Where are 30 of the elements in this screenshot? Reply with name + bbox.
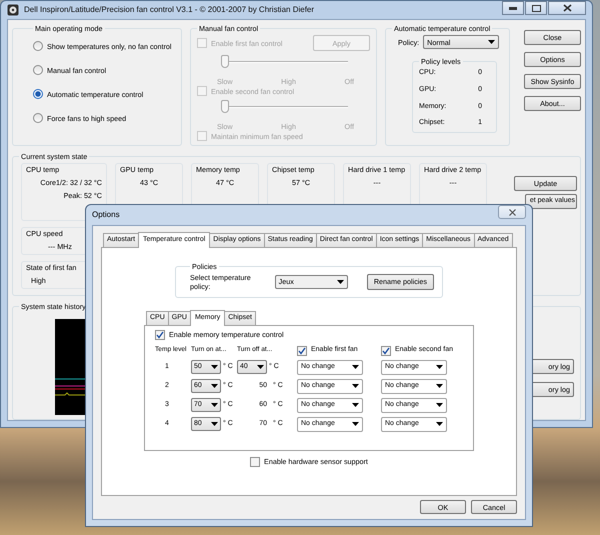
minimize-icon [509,6,517,10]
check-icon [382,346,390,354]
caret-icon [211,384,218,388]
caret-icon [336,280,344,284]
maximize-button[interactable] [525,1,547,15]
caret-icon [257,365,264,369]
minimize-button[interactable] [502,1,524,15]
radio-dot[interactable] [33,65,43,75]
caret-icon [488,40,496,44]
caret-icon [211,365,218,369]
caret-icon [436,365,443,369]
caret-icon [352,403,359,407]
radio-dot[interactable] [33,41,43,51]
caret-icon [352,384,359,388]
check-icon [156,330,164,338]
maximize-icon [532,4,540,12]
close-button[interactable] [498,205,526,219]
caret-icon [436,403,443,407]
caret-icon [352,365,359,369]
dialog-title: Options [92,210,120,220]
fan-icon [7,4,19,16]
close-button[interactable] [548,1,586,15]
radio-dot[interactable] [33,89,43,99]
radio-dot[interactable] [33,113,43,123]
caret-icon [211,403,218,407]
caret-icon [436,384,443,388]
close-icon [508,208,516,216]
check-icon [298,346,306,354]
window-title: Dell Inspiron/Latitude/Precision fan control V3.1 - © 2001-2007 by Christian Diefer [24,5,314,15]
close-icon [562,4,572,12]
